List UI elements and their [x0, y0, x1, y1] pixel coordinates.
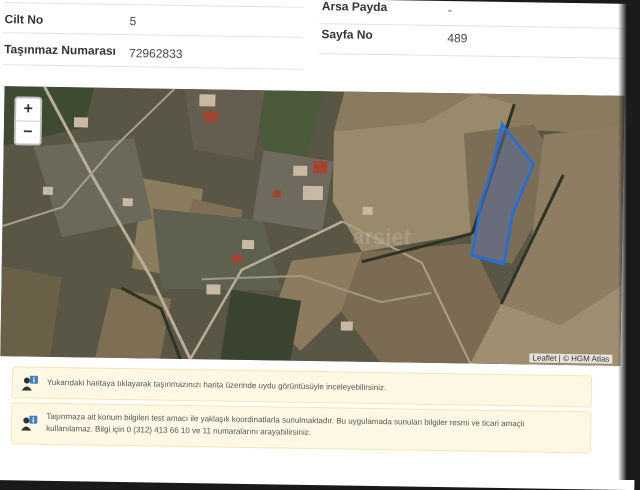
arsa-payda-label: Arsa Payda — [321, 0, 388, 15]
map-attribution[interactable]: Leaflet | © HGM Atlas — [529, 353, 613, 364]
sayfa-no-label: Sayfa No — [321, 27, 373, 42]
user-info-icon — [21, 375, 38, 391]
cilt-no-row — [3, 32, 304, 38]
cilt-no-label: Cilt No — [4, 12, 44, 27]
info-note-map: Yukarıdaki haritaya tıklayarak taşınmazı… — [11, 366, 593, 408]
zoom-control: + − — [13, 96, 43, 146]
info-note-map-text: Yukarıdaki haritaya tıklayarak taşınmazı… — [46, 377, 387, 393]
user-info-icon — [21, 415, 38, 431]
tasinmaz-no-value: 72962833 — [128, 46, 183, 61]
cilt-no-value: 5 — [129, 14, 137, 29]
zoom-in-button[interactable]: + — [16, 98, 40, 120]
tasinmaz-no-label: Taşınmaz Numarası — [4, 42, 117, 58]
satellite-map[interactable]: arsiet + − Leaflet | © HGM Atlas — [0, 86, 625, 366]
top-row-divider — [3, 2, 304, 8]
tasinmaz-no-divider — [2, 64, 303, 70]
arsa-payda-value: - — [447, 3, 452, 18]
map-watermark: arsiet — [352, 224, 412, 250]
sayfa-no-divider — [319, 53, 636, 60]
sayfa-no-value: 489 — [447, 31, 468, 46]
page: Arsa Payda - Cilt No 5 Sayfa No 489 Taşı… — [0, 0, 640, 490]
zoom-out-button[interactable]: − — [15, 120, 41, 144]
satellite-imagery: arsiet — [0, 86, 625, 366]
monitor-bezel — [618, 0, 640, 480]
info-note-disclaimer: Taşınmaza ait konum bilgileri test amacı… — [10, 402, 592, 454]
